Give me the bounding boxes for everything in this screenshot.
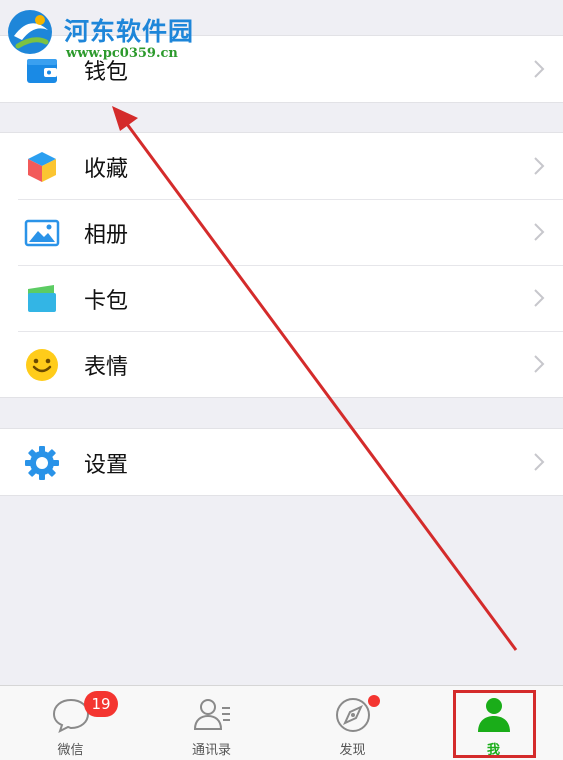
- tab-label-chats: 微信: [57, 743, 84, 758]
- menu-label-cards: 卡包: [84, 289, 129, 314]
- watermark-url: www.pc0359.cn: [66, 46, 178, 61]
- menu-label-favorites: 收藏: [84, 157, 129, 182]
- chevron-right-icon: [534, 223, 545, 241]
- menu-row-cards[interactable]: 卡包: [0, 265, 563, 331]
- menu-group-settings: 设置: [0, 428, 563, 496]
- chevron-right-icon: [534, 60, 545, 78]
- menu-label-stickers: 表情: [84, 355, 129, 380]
- compass-icon: [335, 698, 370, 732]
- tab-discover[interactable]: 发现: [282, 686, 423, 760]
- card-wallet-icon: [28, 285, 56, 312]
- tab-label-discover: 发现: [339, 743, 366, 758]
- smiley-icon: [26, 349, 58, 381]
- chevron-right-icon: [534, 289, 545, 307]
- menu-row-settings[interactable]: 设置: [0, 429, 563, 495]
- unread-badge: 19: [84, 691, 118, 717]
- menu-group-media: 收藏 相册 卡包 表情: [0, 132, 563, 398]
- tab-label-contacts: 通讯录: [191, 743, 231, 758]
- photo-album-icon: [24, 219, 60, 247]
- menu-row-stickers[interactable]: 表情: [0, 331, 563, 397]
- annotation-highlight-box: [453, 690, 536, 758]
- watermark-title: 河东软件园: [64, 17, 195, 46]
- favorites-cube-icon: [28, 152, 56, 182]
- menu-label-settings: 设置: [84, 453, 129, 478]
- chevron-right-icon: [534, 453, 545, 471]
- contacts-icon: [193, 699, 230, 730]
- menu-row-album[interactable]: 相册: [0, 199, 563, 265]
- tab-contacts[interactable]: 通讯录: [141, 686, 282, 760]
- chevron-right-icon: [534, 355, 545, 373]
- notification-dot: [368, 695, 380, 707]
- gear-icon: [25, 446, 59, 480]
- watermark: 河东软件园 www.pc0359.cn: [0, 0, 230, 64]
- menu-label-album: 相册: [84, 223, 129, 248]
- menu-row-favorites[interactable]: 收藏: [0, 133, 563, 199]
- chevron-right-icon: [534, 157, 545, 175]
- tab-chats[interactable]: 19 微信: [0, 686, 141, 760]
- watermark-logo-icon: [8, 10, 52, 54]
